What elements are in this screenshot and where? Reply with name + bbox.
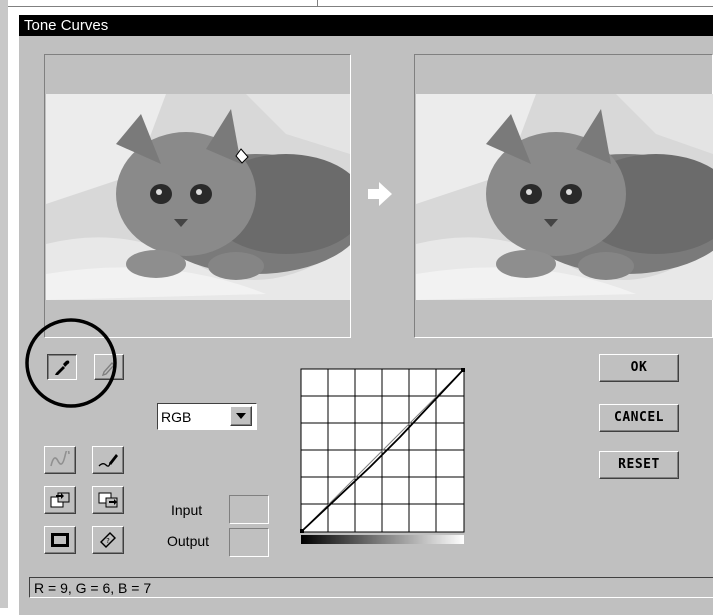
- cancel-button[interactable]: CANCEL: [599, 404, 679, 432]
- outer-frame-left: [0, 0, 8, 608]
- tone-curve-graph[interactable]: [300, 368, 466, 546]
- curve-endpoint-high[interactable]: [461, 368, 465, 372]
- after-preview-image: [416, 94, 713, 300]
- outer-frame-divider: [317, 0, 318, 7]
- tone-gradient-bar: [301, 535, 464, 544]
- help-book-icon: ?: [100, 532, 116, 548]
- svg-text:?: ?: [106, 537, 110, 545]
- ok-button[interactable]: OK: [599, 354, 679, 382]
- channel-dropdown-button[interactable]: [230, 406, 252, 426]
- input-label: Input: [171, 502, 203, 518]
- channel-select[interactable]: RGB: [157, 403, 257, 430]
- curve-endpoint-low[interactable]: [300, 529, 304, 533]
- smooth-curve-icon: [50, 451, 70, 467]
- arrow-right-icon: [368, 182, 392, 206]
- input-value-field: [229, 495, 269, 524]
- highlight-circle: [25, 318, 117, 408]
- freehand-curve-button[interactable]: [92, 446, 124, 474]
- outer-frame-line: [8, 6, 713, 7]
- title-bar[interactable]: [19, 15, 713, 36]
- smooth-curve-button[interactable]: [44, 446, 76, 474]
- output-label: Output: [167, 533, 210, 549]
- before-preview-image[interactable]: [46, 94, 350, 300]
- save-curve-button[interactable]: [92, 486, 124, 514]
- help-button[interactable]: ?: [92, 526, 124, 554]
- output-value-field: [229, 528, 269, 557]
- reset-button[interactable]: RESET: [599, 451, 679, 479]
- load-curve-button[interactable]: [44, 486, 76, 514]
- load-icon: [50, 492, 70, 508]
- frame-button[interactable]: [44, 526, 76, 554]
- save-icon: [98, 492, 118, 508]
- frame-icon: [51, 533, 69, 547]
- chevron-down-icon: [236, 413, 246, 419]
- status-rgb-readout: R = 9, G = 6, B = 7: [34, 580, 152, 596]
- window-title: Tone Curves: [24, 17, 109, 34]
- channel-select-value: RGB: [161, 409, 192, 425]
- freehand-curve-icon: [98, 454, 118, 467]
